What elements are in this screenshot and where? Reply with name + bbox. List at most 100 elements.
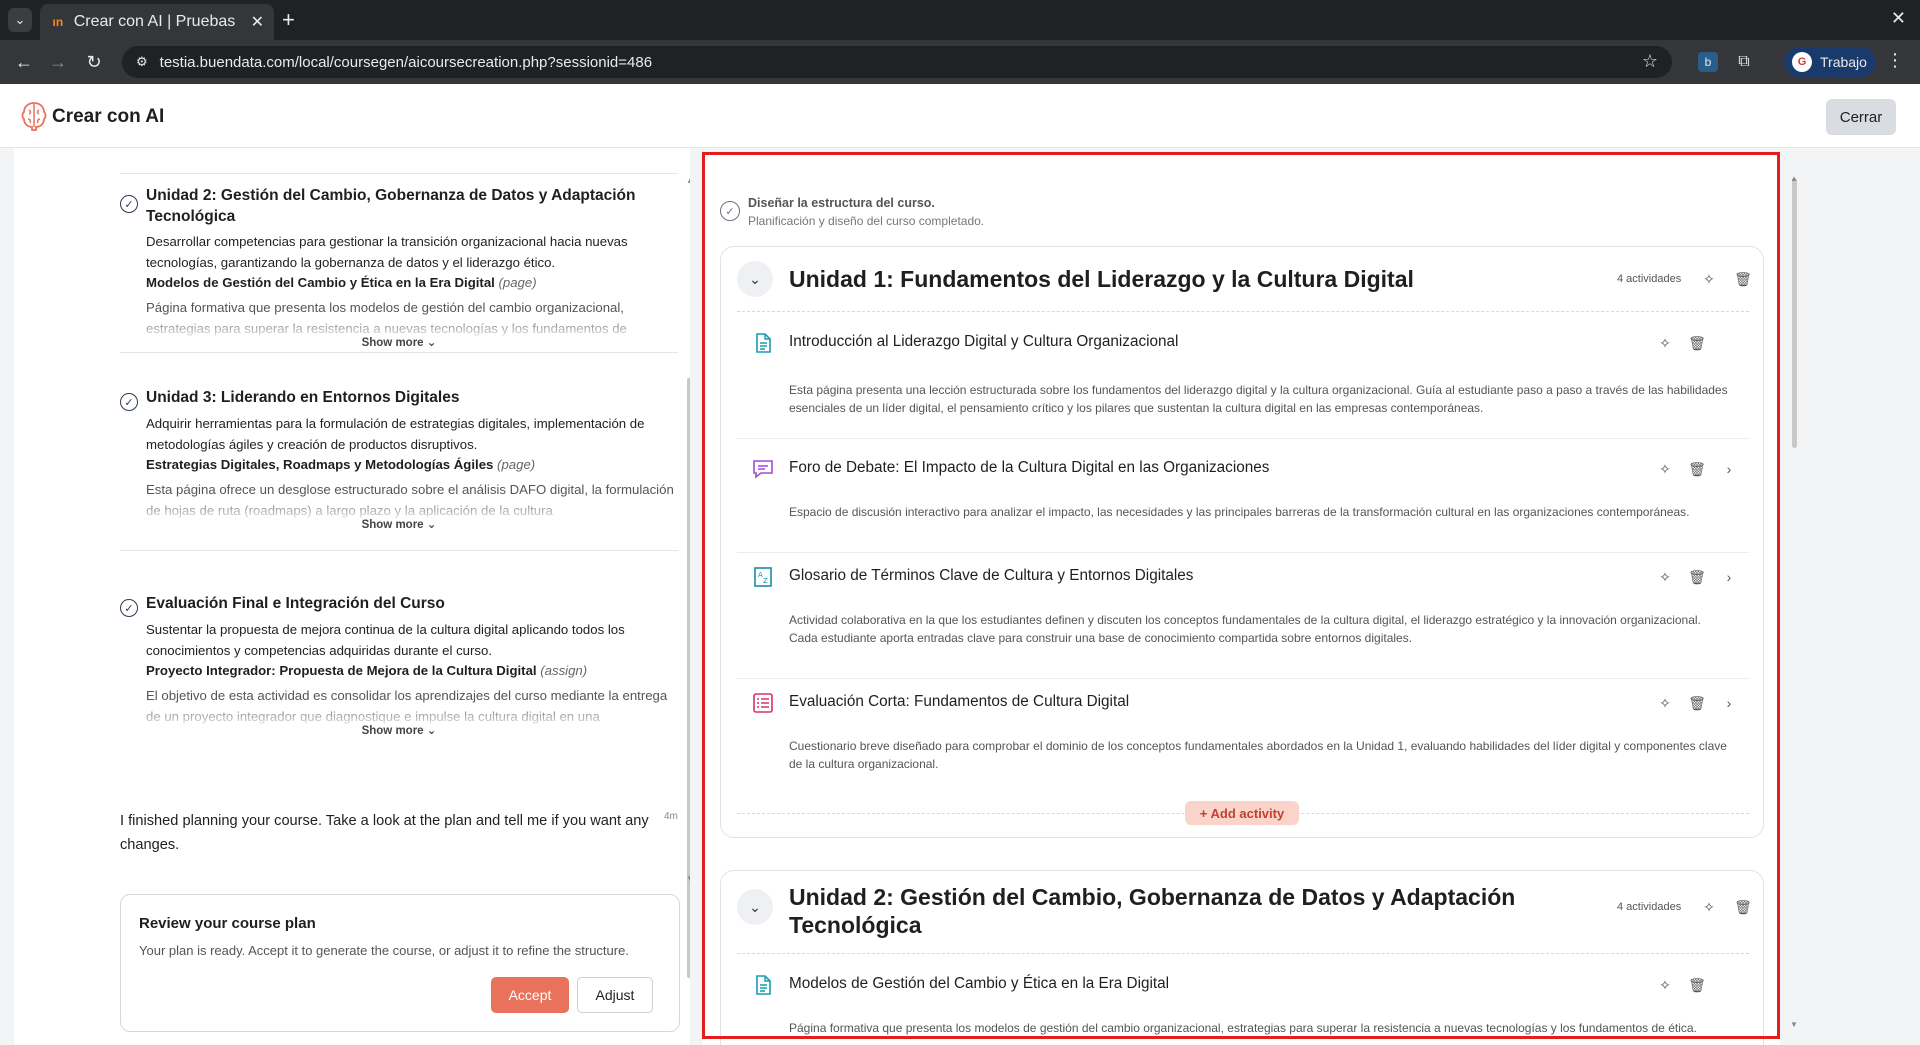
trash-icon[interactable]: 🗑 <box>1733 897 1753 917</box>
course-structure-panel[interactable]: ✓ Diseñar la estructura del curso. Plani… <box>702 154 1780 1045</box>
chevron-right-icon[interactable]: › <box>1719 693 1739 713</box>
ai-sparkle-icon[interactable]: ✧ <box>1699 269 1719 289</box>
activity-count: 4 actividades <box>1617 901 1682 913</box>
browser-tab-active[interactable]: ın Crear con AI | Pruebas ✕ <box>40 4 274 40</box>
activity-title: Evaluación Corta: Fundamentos de Cultura… <box>789 693 1130 710</box>
check-circle-icon: ✓ <box>120 393 138 411</box>
show-more-button[interactable]: Show more ⌄ <box>120 335 678 349</box>
step-subtitle: Planificación y diseño del curso complet… <box>748 214 985 228</box>
chevron-right-icon[interactable]: › <box>1719 459 1739 479</box>
chevron-down-icon: ⌄ <box>426 337 437 349</box>
accept-button[interactable]: Accept <box>491 977 569 1013</box>
plan-unit-block: ✓ Unidad 2: Gestión del Cambio, Gobernan… <box>120 185 678 353</box>
main-area: ✓ Unidad 2: Gestión del Cambio, Gobernan… <box>0 148 1920 1045</box>
trash-icon[interactable]: 🗑 <box>1687 459 1707 479</box>
check-circle-icon: ✓ <box>120 599 138 617</box>
tab-search-chevron-icon[interactable]: ⌄ <box>8 8 32 32</box>
activity-title: Foro de Debate: El Impacto de la Cultura… <box>789 459 1270 476</box>
app-header: Crear con AI Cerrar <box>0 84 1920 148</box>
extension-b-icon[interactable]: b <box>1698 52 1718 72</box>
scroll-up-arrow-icon[interactable]: ▲ <box>1790 174 1798 183</box>
svg-text:Z: Z <box>763 577 768 585</box>
ai-sparkle-icon[interactable]: ✧ <box>1655 567 1675 587</box>
plan-activity-line: Modelos de Gestión del Cambio y Ética en… <box>146 275 537 290</box>
browser-toolbar: ← → ↻ ⚙ testia.buendata.com/local/course… <box>0 40 1920 84</box>
trash-icon[interactable]: 🗑 <box>1687 693 1707 713</box>
browser-menu-dots-icon[interactable]: ⋮ <box>1886 50 1904 71</box>
trash-icon[interactable]: 🗑 <box>1733 269 1753 289</box>
chat-scrollbar-thumb[interactable] <box>687 378 690 978</box>
extensions-puzzle-icon[interactable]: ⧉ <box>1734 52 1754 72</box>
scroll-up-arrow-icon[interactable]: ▲ <box>686 176 690 185</box>
unit-card: ⌄ Unidad 1: Fundamentos del Liderazgo y … <box>720 246 1764 838</box>
plan-unit-description: Adquirir herramientas para la formulació… <box>146 416 645 452</box>
scroll-down-arrow-icon[interactable]: ▼ <box>1790 1020 1798 1029</box>
trash-icon[interactable]: 🗑 <box>1687 975 1707 995</box>
activity-row[interactable]: Introducción al Liderazgo Digital y Cult… <box>737 319 1749 439</box>
reload-icon[interactable]: ↻ <box>82 50 106 74</box>
collapse-chevron-icon[interactable]: ⌄ <box>737 889 773 925</box>
tab-close-icon[interactable]: ✕ <box>251 12 264 32</box>
message-timestamp: 4m <box>664 811 678 822</box>
trash-icon[interactable]: 🗑 <box>1687 333 1707 353</box>
activity-row[interactable]: Evaluación Corta: Fundamentos de Cultura… <box>737 679 1749 799</box>
add-activity-button[interactable]: + Add activity <box>1185 801 1299 825</box>
ai-sparkle-icon[interactable]: ✧ <box>1655 975 1675 995</box>
profile-avatar: G <box>1792 52 1812 72</box>
chevron-right-icon[interactable]: › <box>1719 567 1739 587</box>
scroll-down-arrow-icon[interactable]: ▼ <box>686 874 690 883</box>
plan-unit-description: Sustentar la propuesta de mejora continu… <box>146 622 625 658</box>
new-tab-plus-icon[interactable]: + <box>282 8 295 32</box>
activity-description: Actividad colaborativa en la que los est… <box>789 613 1701 645</box>
site-info-tune-icon[interactable]: ⚙ <box>136 54 148 70</box>
forward-arrow-icon[interactable]: → <box>46 50 70 74</box>
divider <box>737 953 1749 954</box>
collapse-chevron-icon[interactable]: ⌄ <box>737 261 773 297</box>
ai-sparkle-icon[interactable]: ✧ <box>1655 693 1675 713</box>
forum-icon <box>753 460 773 479</box>
show-more-button[interactable]: Show more ⌄ <box>120 517 678 531</box>
activity-title: Modelos de Gestión del Cambio y Ética en… <box>789 975 1170 992</box>
trash-icon[interactable]: 🗑 <box>1687 567 1707 587</box>
bookmark-star-icon[interactable]: ☆ <box>1642 51 1658 72</box>
activity-title: Glosario de Términos Clave de Cultura y … <box>789 567 1194 584</box>
activity-row[interactable]: Modelos de Gestión del Cambio y Ética en… <box>737 961 1749 1045</box>
chevron-down-icon: ⌄ <box>426 725 437 737</box>
review-title: Review your course plan <box>139 915 316 932</box>
check-circle-icon: ✓ <box>120 195 138 213</box>
window-close-icon[interactable]: ✕ <box>1891 8 1906 29</box>
adjust-button[interactable]: Adjust <box>577 977 653 1013</box>
plan-activity-type: (page) <box>497 457 536 472</box>
ai-sparkle-icon[interactable]: ✧ <box>1699 897 1719 917</box>
plan-activity-description: El objetivo de esta actividad es consoli… <box>146 688 668 724</box>
activity-row[interactable]: A Z Glosario de Términos Clave de Cultur… <box>737 553 1749 679</box>
plan-activity-description: Esta página ofrece un desglose estructur… <box>146 482 674 518</box>
plan-unit-title: Unidad 2: Gestión del Cambio, Gobernanza… <box>146 187 636 225</box>
ai-sparkle-icon[interactable]: ✧ <box>1655 333 1675 353</box>
plan-unit-description: Desarrollar competencias para gestionar … <box>146 234 628 270</box>
review-plan-card: Review your course plan Your plan is rea… <box>120 894 680 1032</box>
close-button[interactable]: Cerrar <box>1826 99 1896 135</box>
show-more-button[interactable]: Show more ⌄ <box>120 723 678 737</box>
activity-row[interactable]: Foro de Debate: El Impacto de la Cultura… <box>737 445 1749 553</box>
show-more-label: Show more <box>361 519 424 531</box>
plan-activity-description: Página formativa que presenta los modelo… <box>146 300 627 336</box>
divider <box>737 311 1749 312</box>
activity-title: Introducción al Liderazgo Digital y Cult… <box>789 333 1179 350</box>
back-arrow-icon[interactable]: ← <box>12 50 36 74</box>
assistant-message: I finished planning your course. Take a … <box>120 813 649 853</box>
show-more-label: Show more <box>361 337 424 349</box>
tab-title: Crear con AI | Pruebas <box>73 13 236 30</box>
structure-scrollbar-thumb[interactable] <box>1792 178 1797 448</box>
profile-button[interactable]: G Trabajo <box>1784 47 1876 77</box>
plan-unit-title: Unidad 3: Liderando en Entornos Digitale… <box>146 389 460 406</box>
app-title: Crear con AI <box>52 106 165 127</box>
chat-panel: ✓ Unidad 2: Gestión del Cambio, Gobernan… <box>14 148 690 1045</box>
browser-tabstrip: ⌄ ın Crear con AI | Pruebas ✕ + ✕ <box>0 0 1920 40</box>
address-bar[interactable]: ⚙ testia.buendata.com/local/coursegen/ai… <box>122 46 1672 78</box>
activity-count: 4 actividades <box>1617 273 1682 285</box>
ai-sparkle-icon[interactable]: ✧ <box>1655 459 1675 479</box>
unit-card: ⌄ Unidad 2: Gestión del Cambio, Gobernan… <box>720 870 1764 1045</box>
plan-unit-title: Evaluación Final e Integración del Curso <box>146 595 445 612</box>
divider <box>120 173 678 174</box>
